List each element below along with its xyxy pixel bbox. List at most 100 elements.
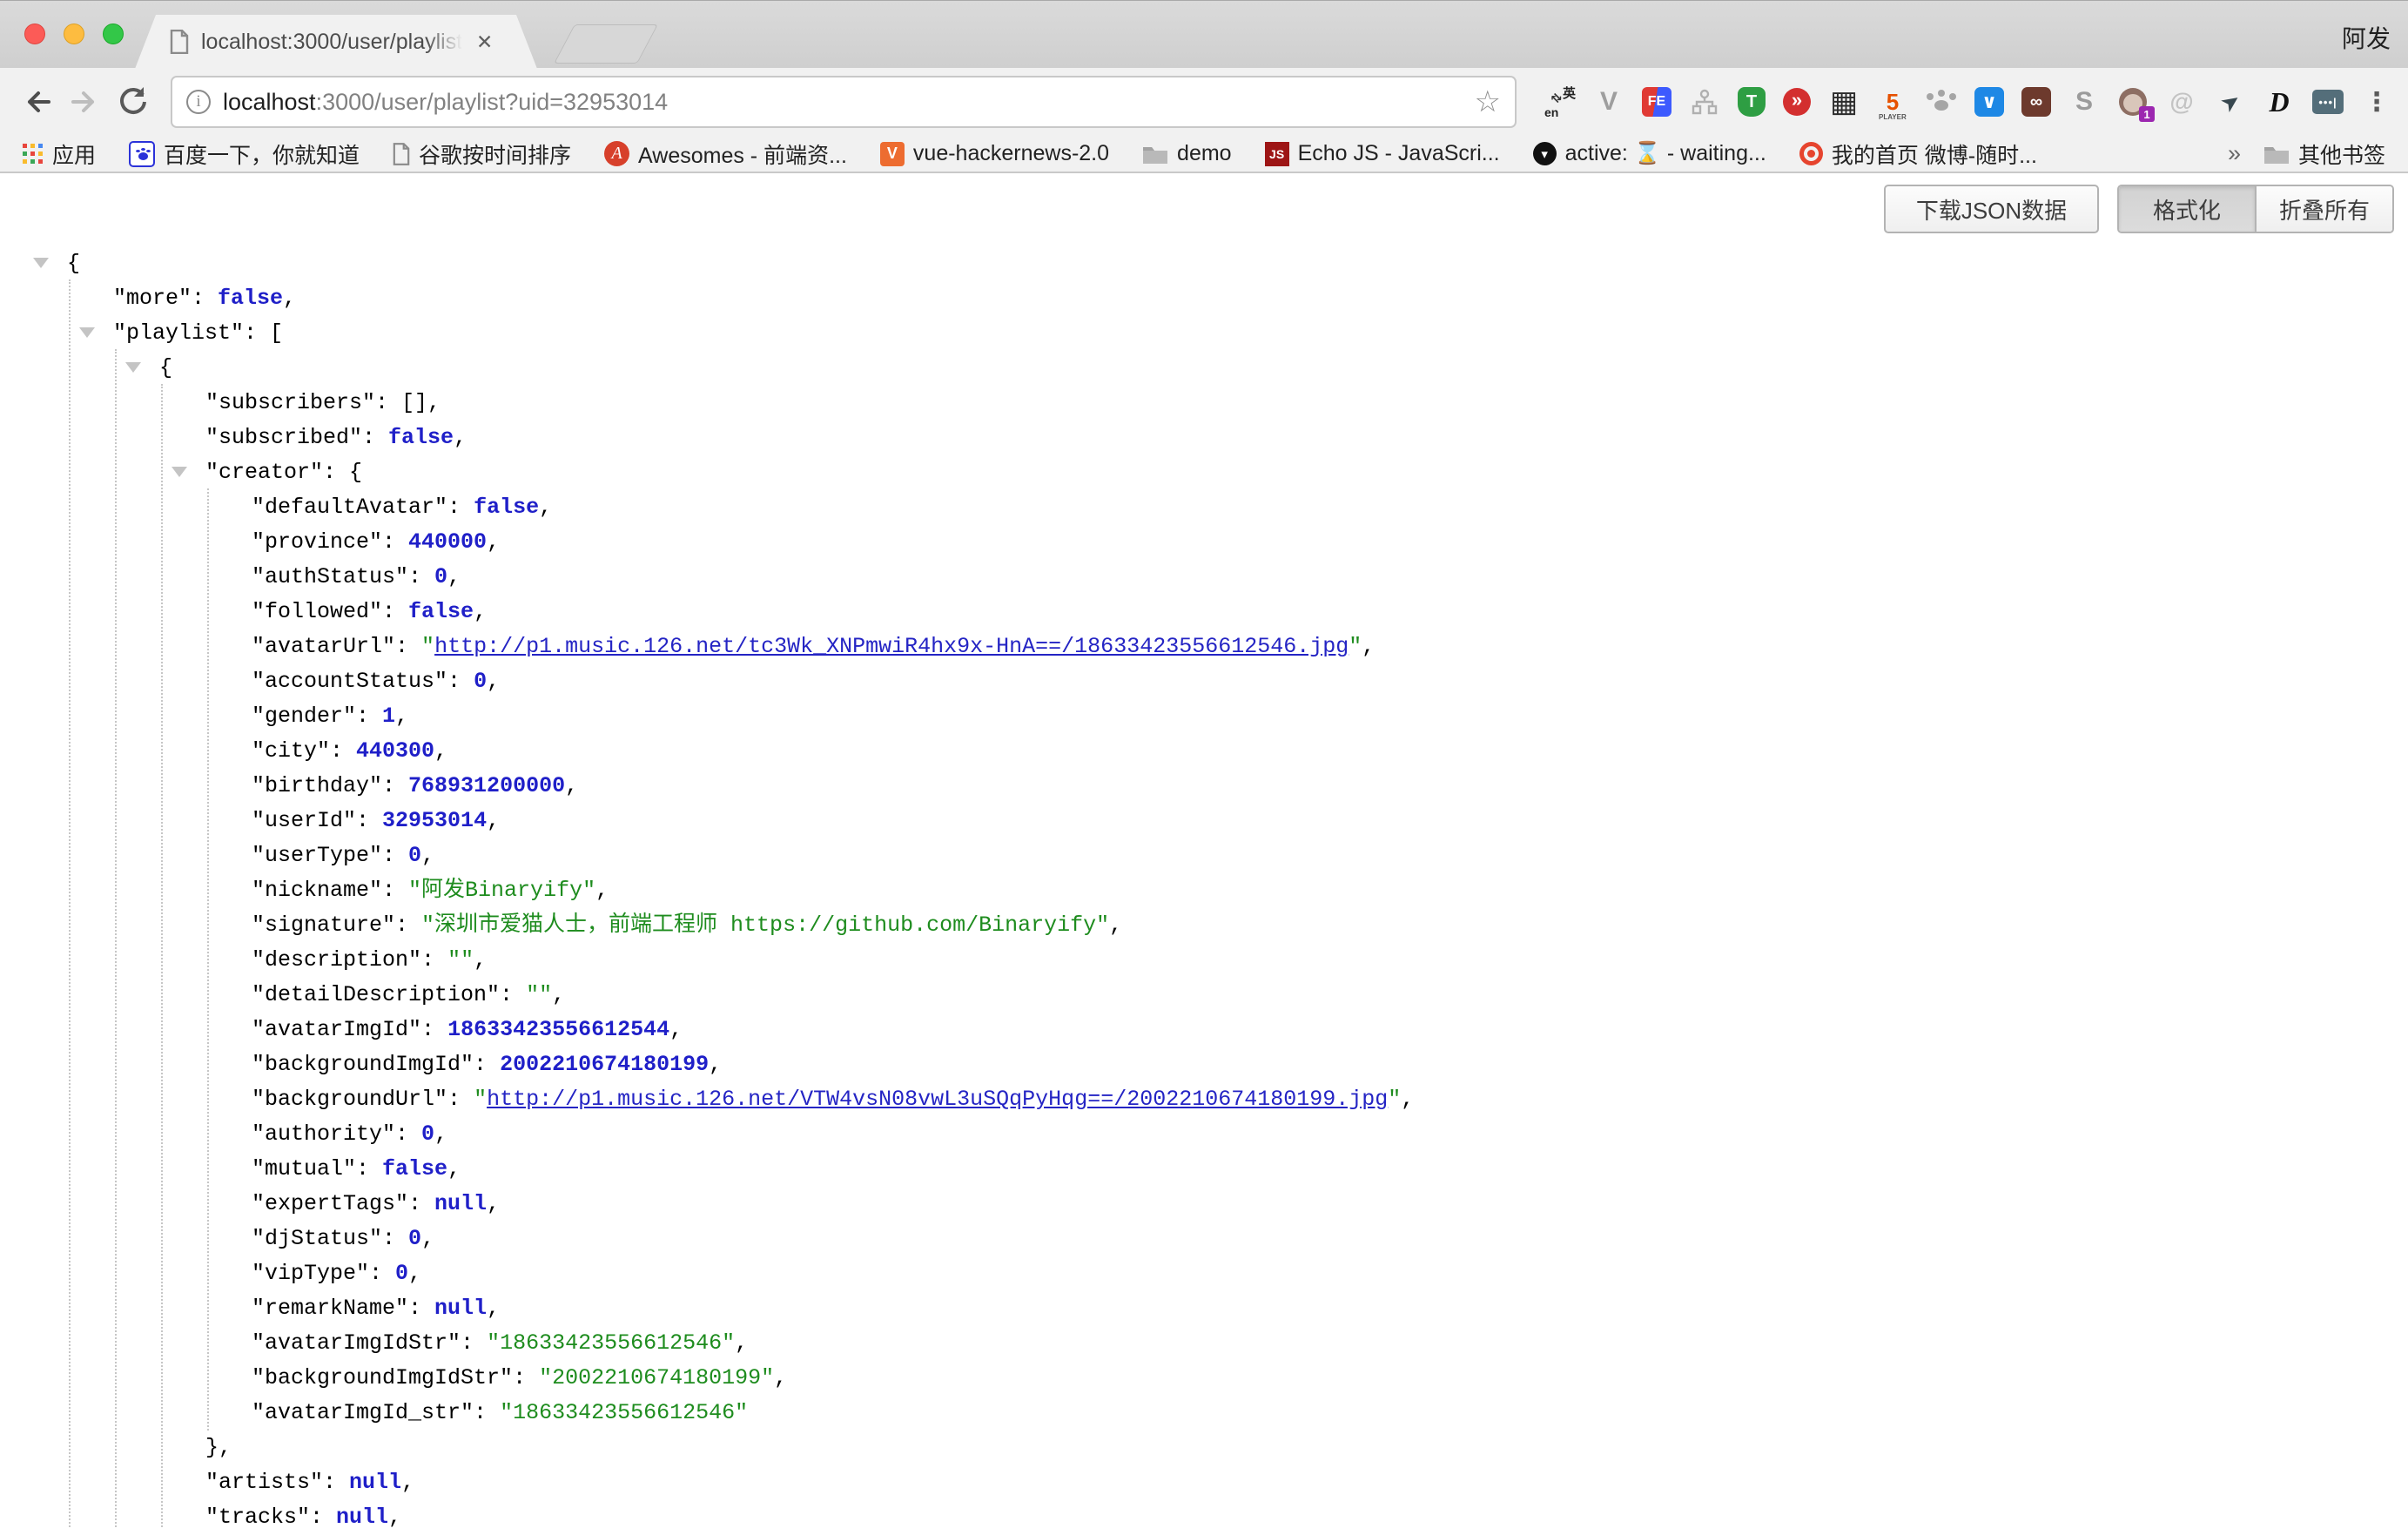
json-segment: , <box>487 529 500 555</box>
password-manager-icon[interactable]: •••| <box>2312 86 2344 118</box>
qr-code-icon[interactable]: ▦ <box>1828 86 1860 118</box>
json-segment: : <box>474 1052 500 1077</box>
other-bookmarks-label: 其他书签 <box>2298 138 2385 170</box>
bookmark-star-icon[interactable]: ☆ <box>1475 84 1501 119</box>
tab-close-icon[interactable]: ✕ <box>476 30 493 54</box>
json-segment: "detailDescription" <box>252 982 500 1007</box>
json-line: "userId": 32953014, <box>0 804 2408 838</box>
json-segment: , <box>434 738 447 764</box>
fast-forward-icon[interactable]: » <box>1783 88 1811 116</box>
json-segment: : <box>310 1505 336 1530</box>
bookmark-label: 应用 <box>52 138 96 170</box>
json-tree: {"more": false,"playlist": [{"subscriber… <box>0 246 2408 1535</box>
json-segment: null <box>434 1191 487 1216</box>
json-segment: "followed" <box>252 599 382 624</box>
bookmark-active-waiting[interactable]: ▾ active: ⌛ - waiting... <box>1533 141 1766 166</box>
json-segment: 2002210674180199 <box>500 1052 709 1077</box>
download-json-button[interactable]: 下载JSON数据 <box>1884 185 2099 233</box>
bookmark-baidu[interactable]: 百度一下，你就知道 <box>129 138 360 170</box>
json-segment: : <box>447 495 474 520</box>
reload-icon[interactable] <box>115 84 151 120</box>
new-tab-button[interactable] <box>554 24 658 64</box>
onenote-d-icon[interactable]: D <box>2263 86 2295 118</box>
shield-t-icon[interactable]: T <box>1738 87 1766 117</box>
tree-guide-line <box>207 488 209 1431</box>
paw-icon[interactable] <box>1926 86 1957 118</box>
bookmark-label: 我的首页 微博-随时... <box>1832 138 2037 170</box>
collapse-all-button[interactable]: 折叠所有 <box>2255 186 2392 232</box>
tampermonkey-icon[interactable]: 1 <box>2117 86 2149 118</box>
back-icon[interactable] <box>19 84 56 120</box>
json-line: "description": "", <box>0 943 2408 978</box>
collapse-arrow-icon[interactable] <box>172 467 187 477</box>
bookmarks-right-group: » 其他书签 <box>2228 138 2385 170</box>
bookmarks-overflow-icon[interactable]: » <box>2228 140 2241 167</box>
json-segment: : <box>192 286 218 311</box>
json-segment: "defaultAvatar" <box>252 495 447 520</box>
json-segment: , <box>565 773 578 798</box>
bookmark-weibo[interactable]: 我的首页 微博-随时... <box>1799 138 2037 170</box>
json-segment: 32953014 <box>382 808 487 833</box>
mask-icon[interactable]: ∞ <box>2021 87 2051 117</box>
json-segment: , <box>669 1017 683 1042</box>
bookmark-google-sort[interactable]: 谷歌按时间排序 <box>393 138 571 170</box>
json-line: "vipType": 0, <box>0 1256 2408 1291</box>
json-url-link[interactable]: http://p1.music.126.net/VTW4vsN08vwL3uSQ… <box>487 1087 1388 1112</box>
zoom-window-button[interactable] <box>103 24 124 44</box>
json-segment: 1 <box>382 704 395 729</box>
json-segment: : <box>330 738 356 764</box>
collapse-arrow-icon[interactable] <box>33 258 49 268</box>
json-segment: , <box>447 1156 461 1182</box>
json-segment: : [], <box>375 390 441 415</box>
hummingbird-icon[interactable]: ➤ <box>2209 80 2252 124</box>
bookmark-vue-hackernews[interactable]: V vue-hackernews-2.0 <box>880 141 1109 166</box>
close-window-button[interactable] <box>24 24 45 44</box>
address-bar[interactable]: i localhost:3000/user/playlist?uid=32953… <box>171 76 1517 128</box>
json-segment: 440000 <box>408 529 487 555</box>
json-url-link[interactable]: http://p1.music.126.net/tc3Wk_XNPmwiR4hx… <box>434 634 1349 659</box>
json-segment: , <box>1109 912 1122 938</box>
json-line: "subscribers": [], <box>0 386 2408 421</box>
minimize-window-button[interactable] <box>64 24 84 44</box>
json-segment: "authority" <box>252 1121 395 1147</box>
vue-devtools-icon[interactable]: V <box>1593 86 1624 118</box>
json-segment: , <box>408 1261 421 1286</box>
json-segment: "creator" <box>205 460 323 485</box>
forward-icon[interactable] <box>66 84 103 120</box>
vysor-icon[interactable]: ∨ <box>1974 87 2004 117</box>
json-line: "nickname": "阿发Binaryify", <box>0 873 2408 908</box>
collapse-arrow-icon[interactable] <box>79 327 95 338</box>
translate-icon[interactable]: 英 ⇄ en <box>1544 86 1576 118</box>
profile-name[interactable]: 阿发 <box>2342 20 2391 55</box>
bookmark-awesomes[interactable]: A Awesomes - 前端资... <box>604 138 847 170</box>
bookmark-demo-folder[interactable]: demo <box>1142 141 1232 166</box>
json-segment: , <box>474 947 487 973</box>
other-bookmarks-folder[interactable]: 其他书签 <box>2263 138 2385 170</box>
sitemap-icon[interactable] <box>1689 86 1720 118</box>
sogou-s-icon[interactable]: S <box>2068 86 2100 118</box>
gray-bird-icon[interactable]: @ <box>2166 86 2197 118</box>
json-segment: "backgroundImgIdStr" <box>252 1365 513 1390</box>
tree-guide-line <box>69 279 71 1527</box>
json-segment: "backgroundUrl" <box>252 1087 447 1112</box>
bookmark-apps[interactable]: 应用 <box>23 138 96 170</box>
json-segment: "subscribers" <box>205 390 375 415</box>
json-line: "expertTags": null, <box>0 1187 2408 1222</box>
extension-badge: 1 <box>2139 106 2155 122</box>
browser-tab[interactable]: localhost:3000/user/playlist?uid=3295301… <box>135 15 537 69</box>
json-segment: , <box>539 495 552 520</box>
json-segment: "province" <box>252 529 382 555</box>
json-segment: : <box>408 564 434 589</box>
collapse-arrow-icon[interactable] <box>125 362 141 373</box>
json-line: "avatarImgIdStr": "18633423556612546", <box>0 1326 2408 1361</box>
json-segment: : <box>447 669 474 694</box>
fe-toolbox-icon[interactable]: FE <box>1642 87 1671 117</box>
browser-menu-icon[interactable]: ⋮ <box>2361 86 2392 118</box>
format-button[interactable]: 格式化 <box>2119 186 2255 232</box>
html5-player-icon[interactable]: 5 PLAYER <box>1877 86 1908 118</box>
site-info-icon[interactable]: i <box>186 90 211 114</box>
json-segment: , <box>552 982 565 1007</box>
bookmark-echojs[interactable]: JS Echo JS - JavaScri... <box>1265 141 1500 166</box>
json-segment: "avatarImgId_str" <box>252 1400 474 1425</box>
json-segment: 0 <box>421 1121 434 1147</box>
